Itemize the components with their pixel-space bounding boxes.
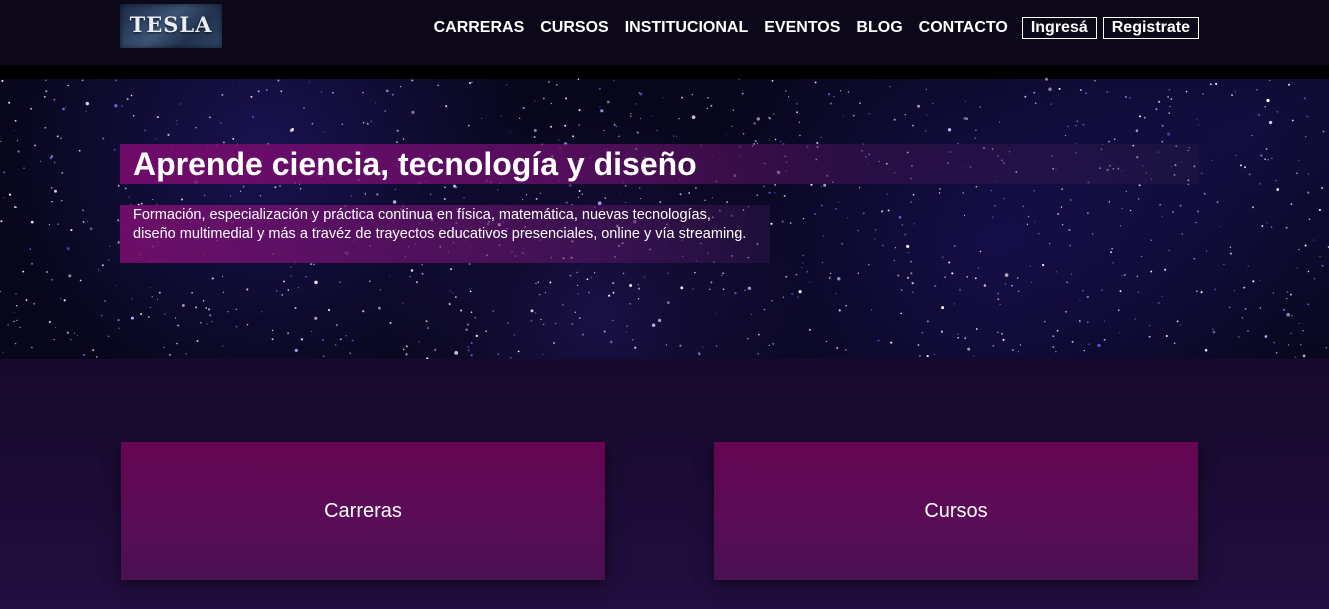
- categories-section: Carreras Cursos: [0, 359, 1329, 609]
- hero-description: Formación, especialización y práctica co…: [133, 207, 747, 242]
- logo[interactable]: TESLA: [120, 4, 222, 48]
- nav-item-institucional[interactable]: INSTITUCIONAL: [625, 18, 749, 38]
- card-carreras-label: Carreras: [324, 499, 402, 522]
- hero-banner: Aprende ciencia, tecnología y diseño For…: [0, 65, 1329, 359]
- top-navbar: TESLA CARRERAS CURSOS INSTITUCIONAL EVEN…: [0, 0, 1329, 65]
- register-button[interactable]: Registrate: [1102, 17, 1199, 39]
- card-cursos[interactable]: Cursos: [714, 442, 1198, 580]
- login-button[interactable]: Ingresá: [1021, 17, 1097, 39]
- nav-item-eventos[interactable]: EVENTOS: [764, 18, 840, 38]
- logo-text: TESLA: [129, 11, 213, 37]
- nav-item-carreras[interactable]: CARRERAS: [434, 18, 525, 38]
- nav-item-contacto[interactable]: CONTACTO: [919, 18, 1008, 38]
- nav-item-cursos[interactable]: CURSOS: [540, 18, 608, 38]
- card-cursos-label: Cursos: [924, 499, 988, 522]
- page: TESLA CARRERAS CURSOS INSTITUCIONAL EVEN…: [0, 0, 1329, 609]
- hero-title: Aprende ciencia, tecnología y diseño: [133, 146, 697, 182]
- card-carreras[interactable]: Carreras: [121, 442, 605, 580]
- nav-item-blog[interactable]: BLOG: [856, 18, 902, 38]
- main-nav: CARRERAS CURSOS INSTITUCIONAL EVENTOS BL…: [434, 17, 1199, 39]
